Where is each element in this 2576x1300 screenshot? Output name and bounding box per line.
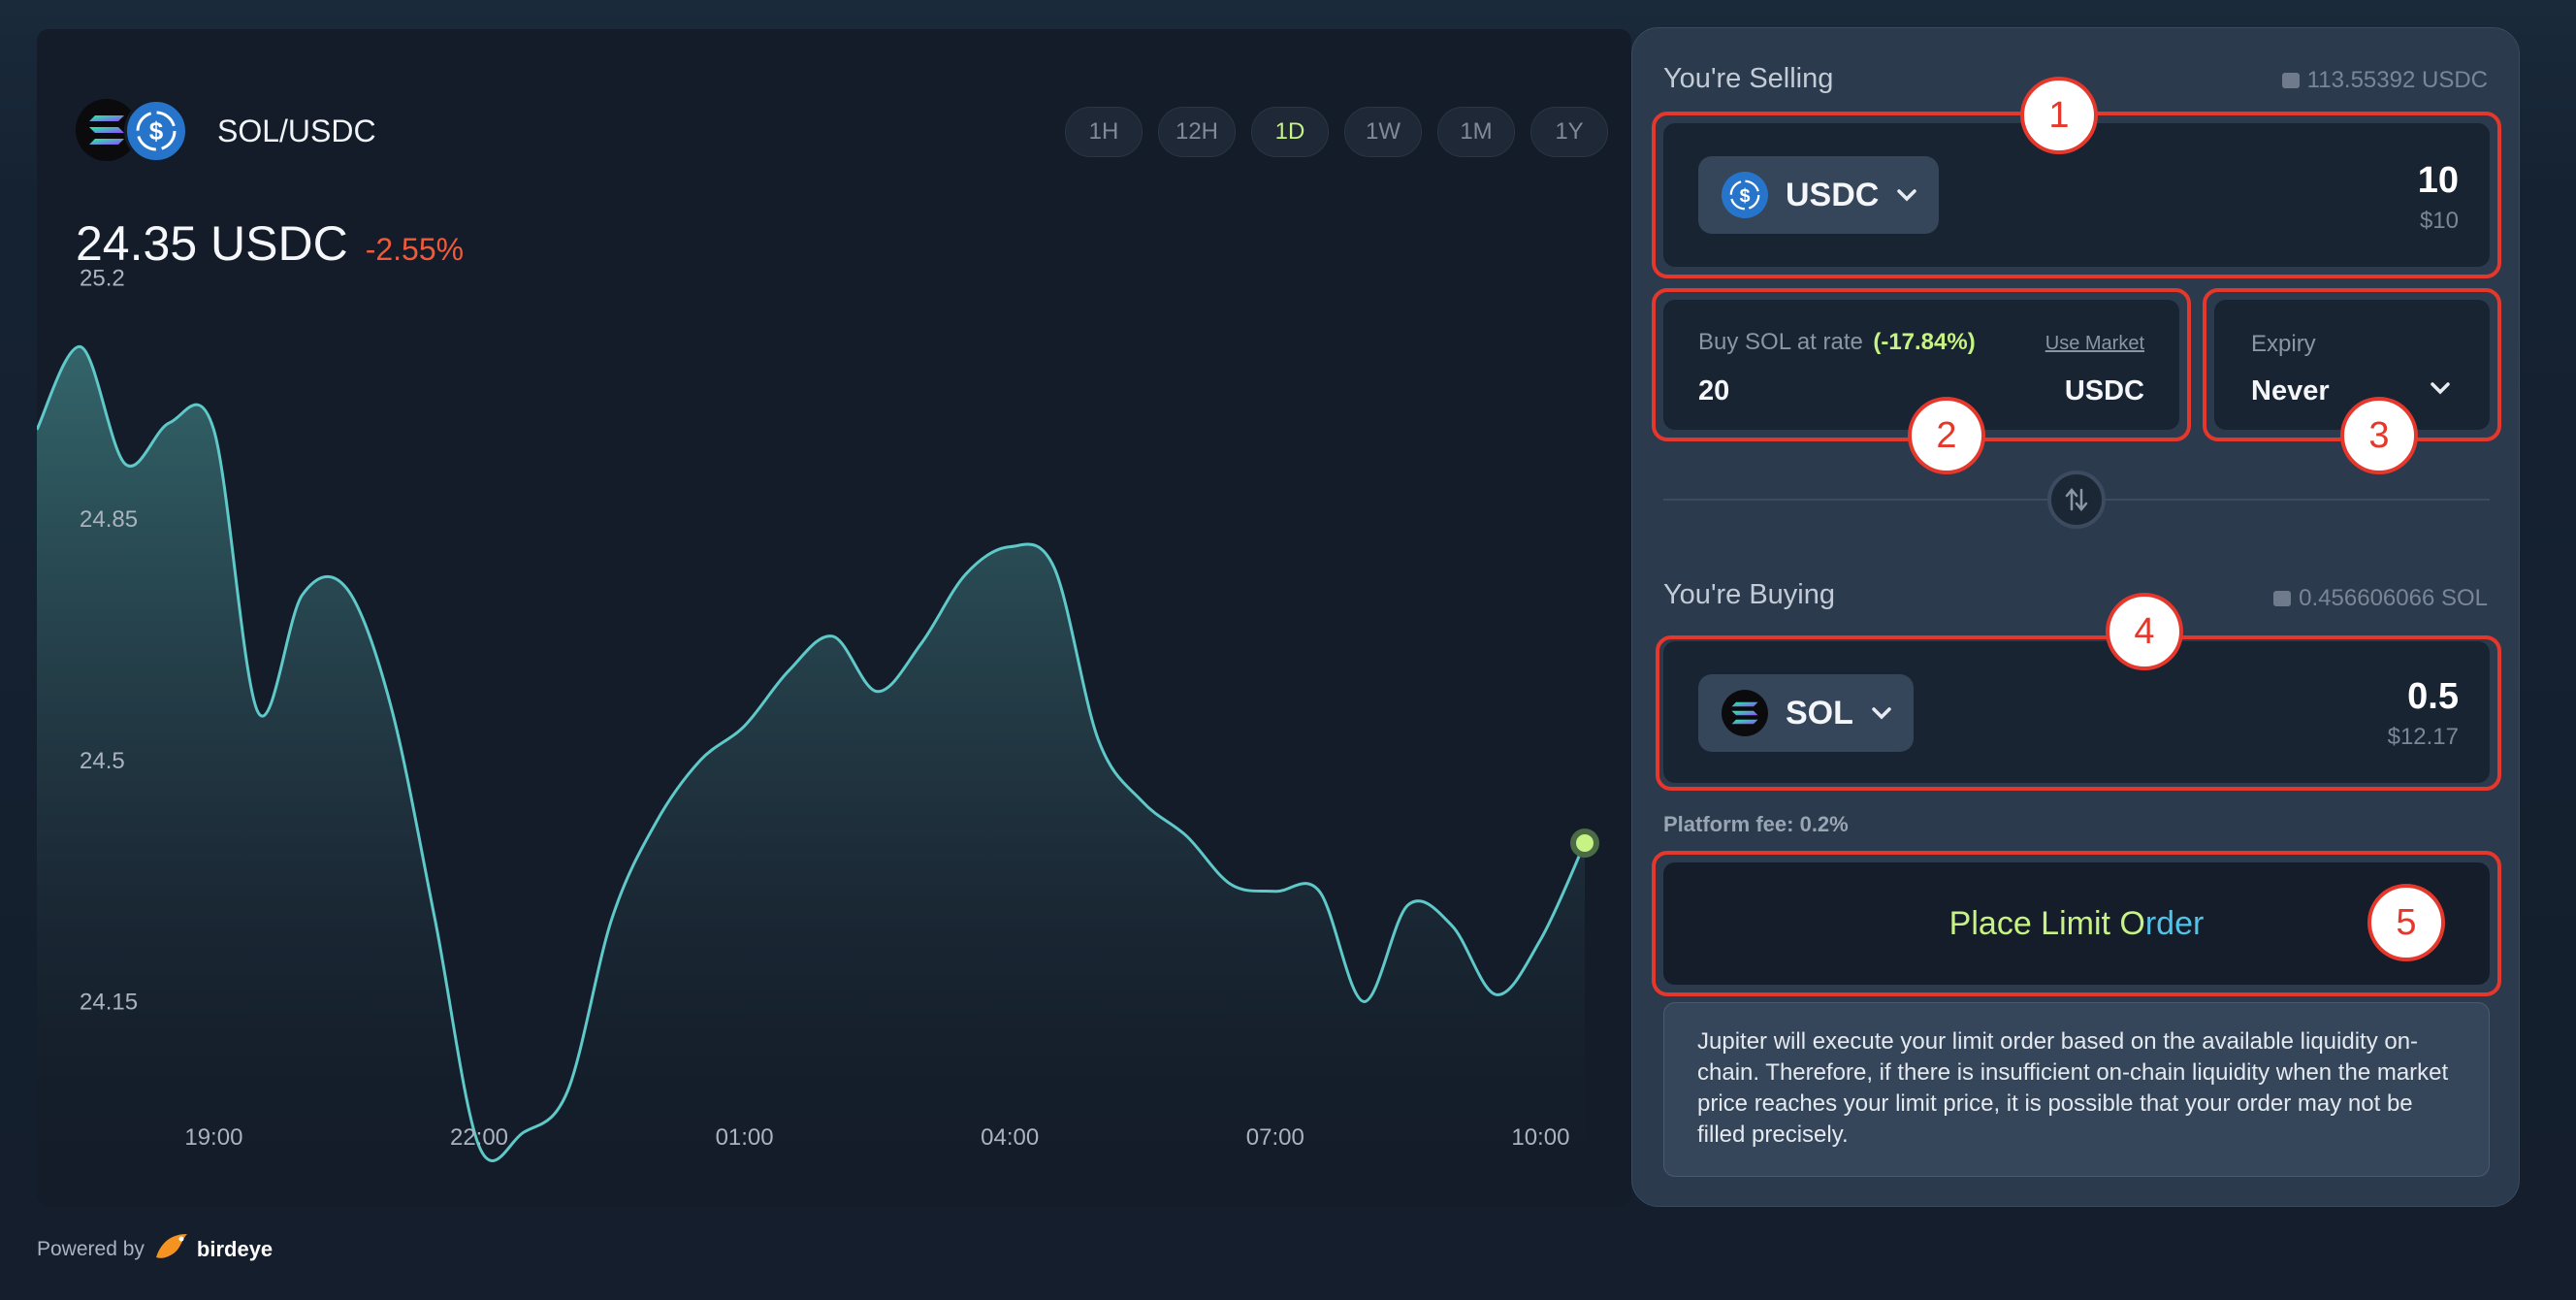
timeframe-12h[interactable]: 12H bbox=[1158, 107, 1236, 157]
chevron-down-icon bbox=[1896, 181, 1917, 209]
buying-amount-value: 0.5 bbox=[2407, 676, 2459, 717]
usdc-coin-icon: $ bbox=[1722, 172, 1768, 218]
annotation-badge-2: 2 bbox=[1908, 397, 1985, 474]
x-tick-label: 22:00 bbox=[450, 1124, 508, 1151]
buying-amount[interactable]: 0.5 $12.17 bbox=[2388, 676, 2459, 751]
rate-unit: USDC bbox=[2064, 375, 2144, 406]
birdeye-brand: birdeye bbox=[196, 1237, 274, 1261]
expiry-label: Expiry bbox=[2251, 331, 2316, 357]
limit-order-panel: You're Selling 113.55392 USDC $ USDC 10 … bbox=[1631, 27, 2520, 1207]
svg-text:$: $ bbox=[1740, 185, 1751, 207]
buying-balance-value: 0.456606066 SOL bbox=[2299, 585, 2488, 611]
place-limit-order-button[interactable]: Place Limit Order bbox=[1663, 862, 2490, 985]
selling-label: You're Selling bbox=[1663, 63, 1834, 94]
timeframe-1h[interactable]: 1H bbox=[1065, 107, 1143, 157]
price-chart: 25.224.8524.524.1519:00 22:00 01:00 04:00 07… bbox=[37, 266, 1599, 1174]
use-market-link[interactable]: Use Market bbox=[2045, 333, 2144, 355]
rate-label-row: Buy SOL at rate (-17.84%) bbox=[1698, 329, 1976, 356]
wallet-icon bbox=[2281, 73, 2300, 88]
annotation-badge-1: 1 bbox=[2020, 77, 2098, 154]
x-tick-label: 04:00 bbox=[981, 1124, 1039, 1151]
place-order-label-part1: Place Limit O bbox=[1948, 904, 2145, 942]
chart-area-fill bbox=[37, 346, 1585, 1174]
swap-direction-button[interactable] bbox=[2047, 471, 2106, 529]
selling-balance[interactable]: 113.55392 USDC bbox=[2281, 67, 2488, 94]
wallet-icon bbox=[2273, 591, 2292, 606]
swap-arrows-icon bbox=[2065, 488, 2088, 511]
y-tick-label: 24.85 bbox=[80, 506, 138, 533]
x-tick-label: 01:00 bbox=[716, 1124, 774, 1151]
selling-amount-value: 10 bbox=[2417, 160, 2459, 201]
selling-token-name: USDC bbox=[1786, 176, 1880, 213]
buying-label: You're Buying bbox=[1663, 579, 1835, 610]
annotation-badge-3: 3 bbox=[2340, 397, 2418, 474]
price-change: -2.55% bbox=[365, 232, 465, 267]
timeframe-1y[interactable]: 1Y bbox=[1530, 107, 1608, 157]
rate-percent: (-17.84%) bbox=[1873, 329, 1976, 355]
chevron-down-icon bbox=[1871, 699, 1892, 727]
y-tick-label: 24.5 bbox=[80, 748, 125, 774]
pair-logos: $ bbox=[76, 99, 192, 163]
last-price-marker[interactable] bbox=[1570, 829, 1599, 859]
usdc-logo-icon: $ bbox=[124, 99, 188, 163]
powered-by-label: Powered by bbox=[37, 1238, 145, 1260]
x-tick-label: 07:00 bbox=[1246, 1124, 1304, 1151]
timeframe-1m[interactable]: 1M bbox=[1437, 107, 1515, 157]
x-tick-label: 19:00 bbox=[184, 1124, 242, 1151]
price-row: 24.35 USDC -2.55% bbox=[76, 215, 464, 272]
timeframe-selector: 1H 12H 1D 1W 1M 1Y bbox=[1065, 107, 1608, 157]
timeframe-1d[interactable]: 1D bbox=[1251, 107, 1329, 157]
platform-fee: Platform fee: 0.2% bbox=[1663, 812, 1849, 836]
chevron-down-icon bbox=[2430, 381, 2451, 400]
selling-token-select[interactable]: $ USDC bbox=[1698, 156, 1940, 234]
selling-amount-usd: $10 bbox=[2419, 208, 2459, 234]
buying-token-select[interactable]: SOL bbox=[1698, 674, 1914, 752]
current-price: 24.35 USDC bbox=[76, 216, 348, 271]
expiry-value: Never bbox=[2251, 375, 2330, 406]
place-order-label-part2: rder bbox=[2144, 904, 2205, 942]
svg-text:$: $ bbox=[149, 116, 164, 146]
buying-balance[interactable]: 0.456606066 SOL bbox=[2273, 585, 2488, 612]
sol-coin-icon bbox=[1722, 690, 1768, 736]
birdeye-logo-icon bbox=[152, 1230, 191, 1269]
y-tick-label: 24.15 bbox=[80, 989, 138, 1015]
annotation-badge-4: 4 bbox=[2106, 593, 2183, 670]
buying-input-box: SOL 0.5 $12.17 bbox=[1663, 641, 2490, 783]
chart-panel: 25.2 24.85 24.5 24.15 19:00 22:00 01:00 04:00 07… bbox=[37, 29, 1631, 1207]
pair-name: SOL/USDC bbox=[217, 113, 376, 148]
page: 25.2 24.85 24.5 24.15 19:00 22:00 01:00 04:00 07… bbox=[0, 0, 2576, 1300]
limit-order-disclaimer: Jupiter will execute your limit order ba… bbox=[1663, 1002, 2490, 1177]
selling-amount[interactable]: 10 $10 bbox=[2418, 160, 2459, 235]
rate-label: Buy SOL at rate bbox=[1698, 329, 1863, 355]
annotation-badge-5: 5 bbox=[2367, 884, 2445, 961]
pair-header: $ SOL/USDC bbox=[76, 99, 376, 163]
buying-amount-usd: $12.17 bbox=[2387, 724, 2459, 750]
rate-value[interactable]: 20 bbox=[1698, 375, 1729, 407]
selling-balance-value: 113.55392 USDC bbox=[2306, 67, 2488, 93]
buying-token-name: SOL bbox=[1786, 694, 1853, 731]
powered-by[interactable]: Powered by birdeye bbox=[37, 1230, 273, 1269]
timeframe-1w[interactable]: 1W bbox=[1344, 107, 1422, 157]
x-tick-label: 10:00 bbox=[1511, 1124, 1569, 1151]
